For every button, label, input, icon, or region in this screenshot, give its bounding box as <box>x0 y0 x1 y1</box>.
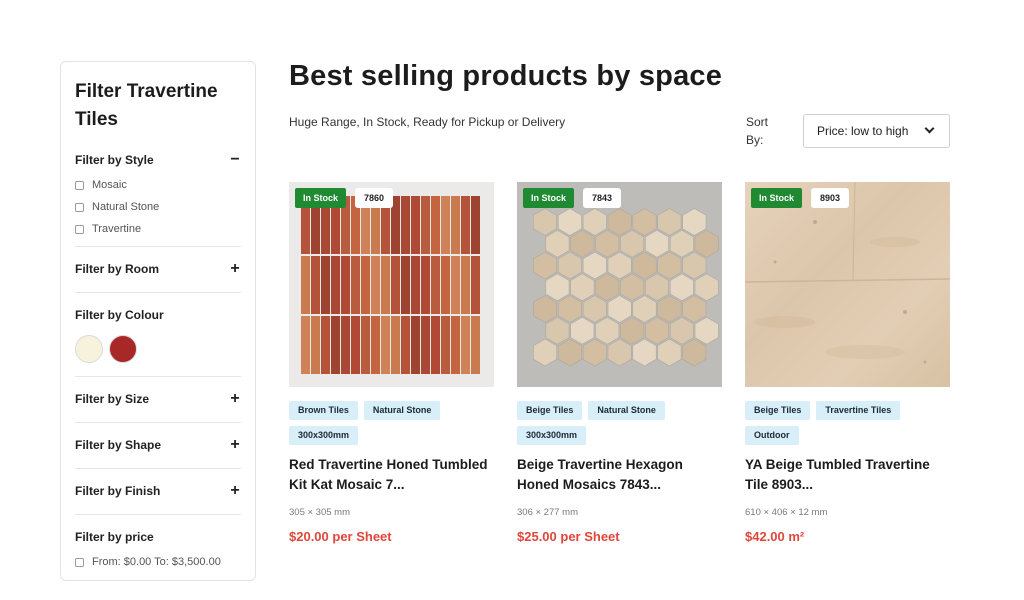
filter-colour-label: Filter by Colour <box>75 308 164 322</box>
expand-icon[interactable]: + <box>229 391 241 407</box>
expand-icon[interactable]: + <box>229 437 241 453</box>
filter-room-section[interactable]: Filter by Room + <box>75 247 241 292</box>
filter-colour-section: Filter by Colour <box>75 293 241 376</box>
product-image[interactable]: In Stock 7860 <box>289 182 494 387</box>
product-dimensions: 306 × 277 mm <box>517 507 578 518</box>
expand-icon[interactable]: + <box>229 261 241 277</box>
checkbox[interactable] <box>75 202 84 212</box>
page-subtitle: Huge Range, In Stock, Ready for Pickup o… <box>289 115 566 129</box>
expand-icon[interactable]: + <box>229 483 241 499</box>
style-option-travertine[interactable]: Travertine <box>75 218 241 240</box>
filter-price-section: Filter by price From: $0.00 To: $3,500.0… <box>75 515 241 586</box>
style-option-mosaic[interactable]: Mosaic <box>75 174 241 196</box>
checkbox[interactable] <box>75 224 84 234</box>
product-price: $25.00 per Sheet <box>517 529 620 544</box>
product-tag[interactable]: 300x300mm <box>517 426 587 445</box>
product-image[interactable]: In Stock 8903 <box>745 182 950 387</box>
checkbox[interactable] <box>75 557 84 567</box>
colour-swatch-red[interactable] <box>109 335 137 363</box>
colour-swatch-cream[interactable] <box>75 335 103 363</box>
product-tag[interactable]: 300x300mm <box>289 426 359 445</box>
product-tag[interactable]: Brown Tiles <box>289 401 358 420</box>
product-dimensions: 305 × 305 mm <box>289 507 350 518</box>
checkbox[interactable] <box>75 180 84 190</box>
product-tag[interactable]: Travertine Tiles <box>816 401 901 420</box>
filter-shape-label: Filter by Shape <box>75 438 162 452</box>
stock-badge: In Stock <box>295 188 347 208</box>
filter-style-section: Filter by Style − Mosaic Natural Stone T… <box>75 150 241 246</box>
product-tag[interactable]: Beige Tiles <box>517 401 583 420</box>
product-price: $42.00 m² <box>745 529 805 544</box>
option-label: Natural Stone <box>92 201 160 213</box>
sku-badge: 8903 <box>811 188 850 208</box>
red-mosaic-image <box>301 196 480 374</box>
sort-dropdown[interactable]: Price: low to high <box>803 114 950 148</box>
product-price: $20.00 per Sheet <box>289 529 392 544</box>
option-label: Mosaic <box>92 179 127 191</box>
sku-badge: 7860 <box>355 188 394 208</box>
filter-price-label: Filter by price <box>75 530 154 544</box>
product-name[interactable]: Beige Travertine Hexagon Honed Mosaics 7… <box>517 455 722 495</box>
sku-badge: 7843 <box>583 188 622 208</box>
product-image[interactable]: In Stock 7843 <box>517 182 722 387</box>
product-tag[interactable]: Beige Tiles <box>745 401 811 420</box>
filter-sidebar: Filter Travertine Tiles Filter by Style … <box>60 61 256 581</box>
product-dimensions: 610 × 406 × 12 mm <box>745 507 828 518</box>
filter-room-label: Filter by Room <box>75 262 160 276</box>
product-tag[interactable]: Natural Stone <box>588 401 665 420</box>
stock-badge: In Stock <box>523 188 575 208</box>
price-range-option[interactable]: From: $0.00 To: $3,500.00 <box>75 551 241 573</box>
sidebar-title: Filter Travertine Tiles <box>75 81 218 130</box>
product-card[interactable]: In Stock 7860 Brown Tiles Natural Stone … <box>289 182 494 544</box>
filter-style-header[interactable]: Filter by Style − <box>75 150 241 170</box>
product-card[interactable]: In Stock 8903 Beige Tiles Travertine Til… <box>745 182 950 544</box>
stock-badge: In Stock <box>751 188 803 208</box>
filter-finish-label: Filter by Finish <box>75 484 161 498</box>
chevron-down-icon <box>924 123 935 134</box>
sort-value: Price: low to high <box>817 124 909 138</box>
option-label: Travertine <box>92 223 142 235</box>
style-option-natural-stone[interactable]: Natural Stone <box>75 196 241 218</box>
filter-size-section[interactable]: Filter by Size + <box>75 377 241 422</box>
product-tag[interactable]: Natural Stone <box>363 401 441 420</box>
travertine-tile-image <box>745 182 950 364</box>
product-name[interactable]: Red Travertine Honed Tumbled Kit Kat Mos… <box>289 455 494 495</box>
collapse-icon[interactable]: − <box>229 152 241 168</box>
price-range-label: From: $0.00 To: $3,500.00 <box>92 556 221 568</box>
product-card[interactable]: In Stock 7843 Beige Tiles Natural Stone … <box>517 182 722 544</box>
filter-style-label: Filter by Style <box>75 153 154 167</box>
filter-size-label: Filter by Size <box>75 392 150 406</box>
sort-label: Sort By: <box>746 115 769 147</box>
page-title: Best selling products by space <box>289 60 723 92</box>
hexagon-mosaic-image <box>532 208 719 367</box>
filter-finish-section[interactable]: Filter by Finish + <box>75 469 241 514</box>
filter-shape-section[interactable]: Filter by Shape + <box>75 423 241 468</box>
product-name[interactable]: YA Beige Tumbled Travertine Tile 8903... <box>745 455 950 495</box>
product-tag[interactable]: Outdoor <box>745 426 799 445</box>
